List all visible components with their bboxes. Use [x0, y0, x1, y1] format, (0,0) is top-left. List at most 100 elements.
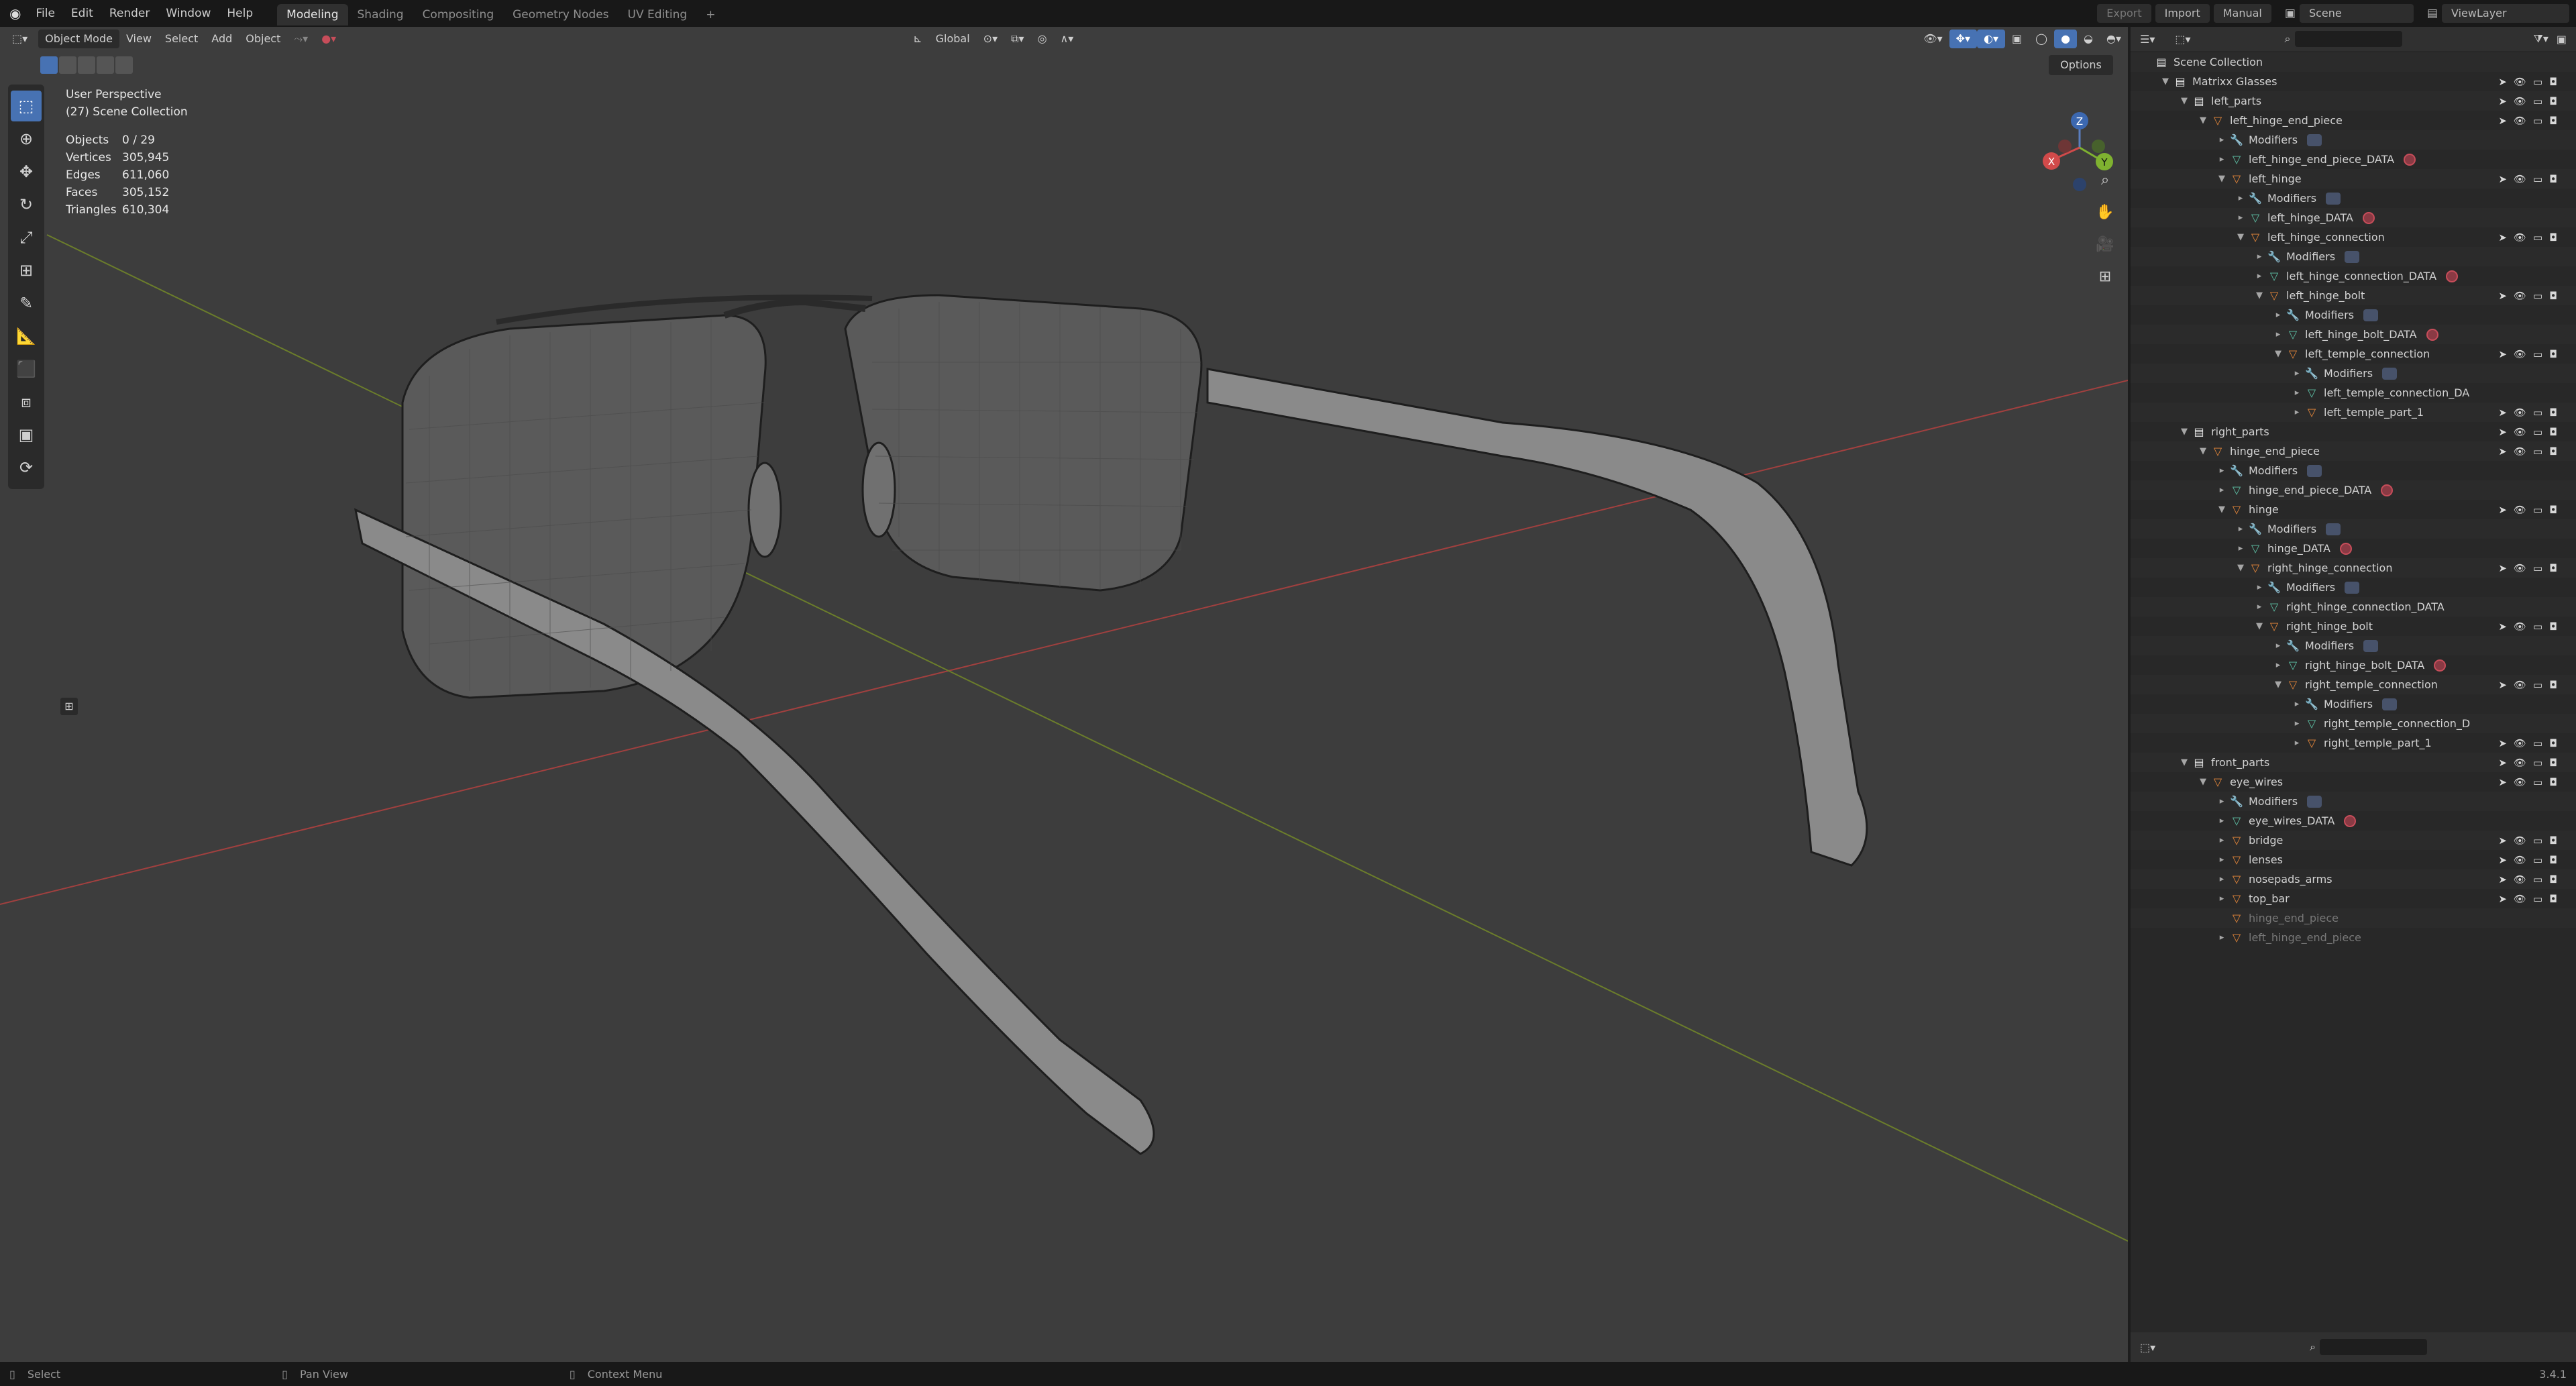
- eye-icon[interactable]: 👁: [2514, 504, 2526, 516]
- expand-toggle-icon[interactable]: ▸: [2215, 835, 2229, 845]
- outliner-row[interactable]: ▼ ▽ left_hinge_end_piece ➤ 👁 ▭ ◘: [2131, 111, 2576, 130]
- monitor-icon[interactable]: ▭: [2533, 76, 2542, 88]
- expand-toggle-icon[interactable]: ▼: [2234, 563, 2247, 573]
- select-arrow-icon[interactable]: ➤: [2498, 95, 2507, 107]
- select-arrow-icon[interactable]: ➤: [2498, 76, 2507, 88]
- monitor-icon[interactable]: ▭: [2533, 893, 2542, 905]
- expand-toggle-icon[interactable]: ▸: [2234, 193, 2247, 203]
- camera-icon[interactable]: ◘: [2549, 873, 2557, 886]
- select-arrow-icon[interactable]: ➤: [2498, 854, 2507, 866]
- expand-toggle-icon[interactable]: ▸: [2215, 466, 2229, 476]
- eye-icon[interactable]: 👁: [2514, 835, 2526, 847]
- eye-icon[interactable]: 👁: [2514, 854, 2526, 866]
- select-arrow-icon[interactable]: ➤: [2498, 290, 2507, 302]
- outliner-row[interactable]: ▸ ▽ nosepads_arms ➤ 👁 ▭ ◘: [2131, 869, 2576, 889]
- outliner-row[interactable]: ▸ ▽ left_hinge_end_piece_DATA: [2131, 150, 2576, 169]
- outliner-row[interactable]: ▸ 🔧 Modifiers: [2131, 247, 2576, 266]
- camera-icon[interactable]: ◘: [2549, 348, 2557, 360]
- outliner-row[interactable]: ▸ ▽ left_temple_connection_DA: [2131, 383, 2576, 403]
- camera-icon[interactable]: ◘: [2549, 562, 2557, 574]
- outliner-row[interactable]: ▸ ▽ left_hinge_DATA: [2131, 208, 2576, 227]
- editor-type-icon[interactable]: ⬚▾: [5, 30, 34, 48]
- eye-icon[interactable]: 👁: [2514, 737, 2526, 749]
- import-button[interactable]: Import: [2155, 4, 2210, 23]
- expand-toggle-icon[interactable]: ▸: [2253, 602, 2266, 612]
- expand-toggle-icon[interactable]: ▼: [2196, 446, 2210, 456]
- monitor-icon[interactable]: ▭: [2533, 231, 2542, 244]
- select-arrow-icon[interactable]: ➤: [2498, 445, 2507, 458]
- expand-toggle-icon[interactable]: ▼: [2159, 76, 2172, 87]
- add-workspace-button[interactable]: +: [696, 4, 724, 25]
- expand-toggle-icon[interactable]: ▸: [2234, 524, 2247, 534]
- scale-icon[interactable]: ⤢: [11, 222, 42, 253]
- eye-icon[interactable]: 👁: [2514, 679, 2526, 691]
- gizmo-toggle-icon[interactable]: ✥▾: [1949, 30, 1978, 48]
- expand-toggle-icon[interactable]: ▼: [2178, 427, 2191, 437]
- 3d-viewport[interactable]: ⬚▾ Object Mode View Select Add Object ⤳▾…: [0, 27, 2128, 1362]
- eye-icon[interactable]: 👁: [2514, 445, 2526, 458]
- eye-icon[interactable]: 👁: [2514, 757, 2526, 769]
- expand-toggle-icon[interactable]: ▸: [2253, 271, 2266, 281]
- menu-view[interactable]: View: [119, 30, 158, 48]
- expand-toggle-icon[interactable]: ▸: [2290, 699, 2304, 709]
- eye-icon[interactable]: 👁: [2514, 562, 2526, 574]
- expand-toggle-icon[interactable]: ▼: [2178, 96, 2191, 106]
- monitor-icon[interactable]: ▭: [2533, 562, 2542, 574]
- outliner-row[interactable]: ▸ ▽ top_bar ➤ 👁 ▭ ◘: [2131, 889, 2576, 908]
- camera-icon[interactable]: ◘: [2549, 426, 2557, 438]
- outliner-row[interactable]: ▸ 🔧 Modifiers: [2131, 578, 2576, 597]
- expand-toggle-icon[interactable]: ▸: [2271, 641, 2285, 651]
- select-arrow-icon[interactable]: ➤: [2498, 835, 2507, 847]
- move-icon[interactable]: ✥: [11, 156, 42, 187]
- menu-select[interactable]: Select: [158, 30, 205, 48]
- eye-icon[interactable]: 👁: [2514, 173, 2526, 185]
- select-intersect-icon[interactable]: [115, 56, 133, 74]
- camera-icon[interactable]: ◘: [2549, 835, 2557, 847]
- monitor-icon[interactable]: ▭: [2533, 426, 2542, 438]
- expand-toggle-icon[interactable]: ▸: [2290, 407, 2304, 417]
- expand-toggle-icon[interactable]: ▸: [2215, 894, 2229, 904]
- tab-compositing[interactable]: Compositing: [413, 4, 504, 25]
- link-icon[interactable]: ⤳▾: [287, 30, 315, 48]
- camera-icon[interactable]: ◘: [2549, 173, 2557, 185]
- add-cube-icon[interactable]: ⬛: [11, 354, 42, 384]
- menu-edit[interactable]: Edit: [63, 0, 101, 27]
- outliner-row[interactable]: ▼ ▽ left_temple_connection ➤ 👁 ▭ ◘: [2131, 344, 2576, 364]
- expand-toggle-icon[interactable]: ▼: [2178, 757, 2191, 767]
- expand-toggle-icon[interactable]: ▸: [2215, 485, 2229, 495]
- expand-toggle-icon[interactable]: ▸: [2215, 135, 2229, 145]
- select-extend-icon[interactable]: [59, 56, 76, 74]
- outliner-row[interactable]: ▤ Scene Collection: [2131, 52, 2576, 72]
- outliner-row[interactable]: ▼ ▽ left_hinge ➤ 👁 ▭ ◘: [2131, 169, 2576, 189]
- outliner-row[interactable]: ▸ ▽ left_hinge_bolt_DATA: [2131, 325, 2576, 344]
- outliner-row[interactable]: ▸ ▽ left_hinge_end_piece: [2131, 928, 2576, 947]
- blender-logo-icon[interactable]: ◉: [9, 5, 21, 21]
- expand-toggle-icon[interactable]: ▸: [2290, 738, 2304, 748]
- camera-icon[interactable]: ◘: [2549, 737, 2557, 749]
- outliner-row[interactable]: ▸ ▽ eye_wires_DATA: [2131, 811, 2576, 831]
- pan-hand-icon[interactable]: ✋: [2092, 199, 2118, 225]
- expand-toggle-icon[interactable]: ▼: [2271, 349, 2285, 359]
- camera-icon[interactable]: ◘: [2549, 757, 2557, 769]
- select-arrow-icon[interactable]: ➤: [2498, 115, 2507, 127]
- outliner-row[interactable]: ▼ ▽ eye_wires ➤ 👁 ▭ ◘: [2131, 772, 2576, 792]
- outliner-row[interactable]: ▼ ▤ front_parts ➤ 👁 ▭ ◘: [2131, 753, 2576, 772]
- outliner-row[interactable]: ▼ ▽ right_temple_connection ➤ 👁 ▭ ◘: [2131, 675, 2576, 694]
- outliner-row[interactable]: ▸ ▽ left_hinge_connection_DATA: [2131, 266, 2576, 286]
- expand-toggle-icon[interactable]: ▸: [2215, 874, 2229, 884]
- outliner-row[interactable]: ▼ ▽ left_hinge_bolt ➤ 👁 ▭ ◘: [2131, 286, 2576, 305]
- camera-icon[interactable]: ◘: [2549, 776, 2557, 788]
- expand-toggle-icon[interactable]: ▼: [2215, 504, 2229, 515]
- menu-add[interactable]: Add: [205, 30, 239, 48]
- monitor-icon[interactable]: ▭: [2533, 504, 2542, 516]
- expand-toggle-icon[interactable]: ▸: [2215, 796, 2229, 806]
- outliner-row[interactable]: ▸ ▽ left_temple_part_1 ➤ 👁 ▭ ◘: [2131, 403, 2576, 422]
- manual-button[interactable]: Manual: [2213, 4, 2271, 23]
- outliner-row[interactable]: ▸ ▽ right_hinge_bolt_DATA: [2131, 655, 2576, 675]
- monitor-icon[interactable]: ▭: [2533, 873, 2542, 886]
- camera-icon[interactable]: ◘: [2549, 679, 2557, 691]
- select-box-icon[interactable]: ⬚: [11, 91, 42, 121]
- camera-icon[interactable]: ◘: [2549, 290, 2557, 302]
- cursor-icon[interactable]: ⊕: [11, 123, 42, 154]
- expand-toggle-icon[interactable]: ▼: [2196, 115, 2210, 125]
